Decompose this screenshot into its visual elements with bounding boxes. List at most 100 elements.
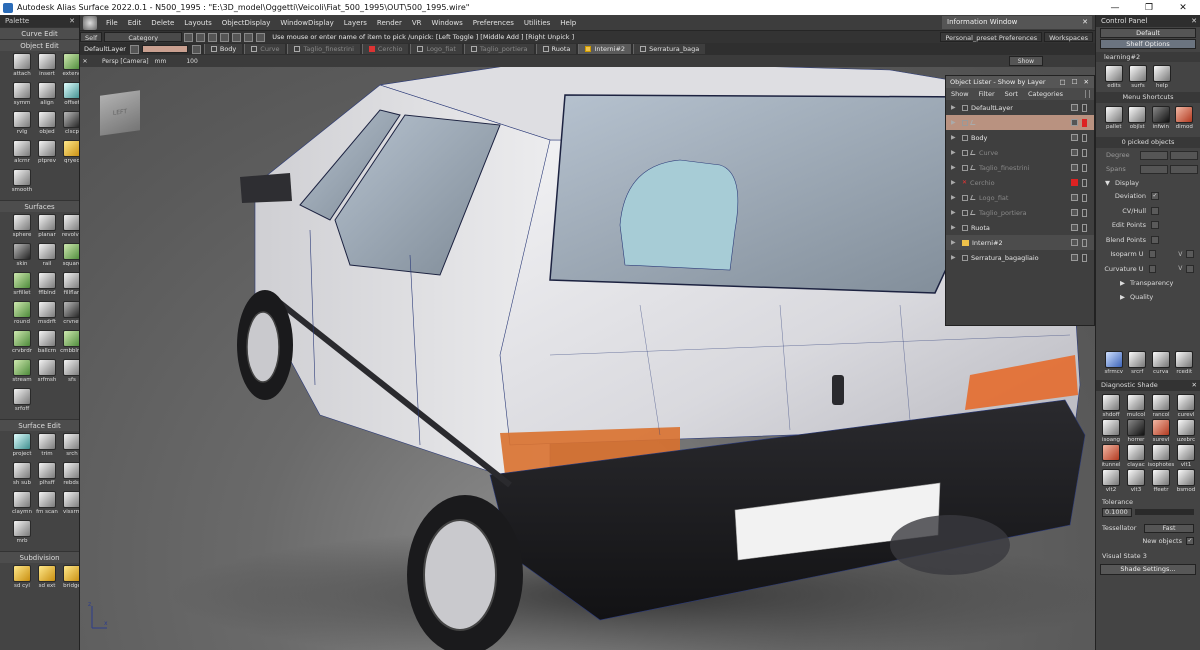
palette-section-surfaces[interactable]: Surfaces xyxy=(0,200,79,212)
tool-attach[interactable]: attach xyxy=(11,53,33,81)
shelf-tool-infwin[interactable]: infwin xyxy=(1151,106,1171,130)
tool-mrb[interactable]: mrb xyxy=(11,520,33,548)
perspective-viewport[interactable]: ✕ Persp [Camera] mm 100 Show LEFT z x xyxy=(80,55,1095,650)
diag-tool-rancol[interactable]: rancol xyxy=(1150,394,1172,418)
layer-chip-curve[interactable]: Curve xyxy=(244,44,286,54)
tool-sh-sub[interactable]: sh sub xyxy=(11,462,33,490)
visibility-icon[interactable] xyxy=(970,150,977,155)
layer-color-swatch[interactable] xyxy=(1071,254,1078,261)
palette-section-object-edit[interactable]: Object Edit xyxy=(0,39,79,51)
tool-sphere[interactable]: sphere xyxy=(11,214,33,242)
tool-smooth[interactable]: smooth xyxy=(11,169,33,197)
layer-chip-logo-fiat[interactable]: Logo_fiat xyxy=(410,44,462,54)
shelf-tool-edits[interactable]: edits xyxy=(1104,65,1124,89)
layer-checkbox[interactable] xyxy=(962,194,968,201)
layer-lock-icon[interactable] xyxy=(1082,238,1087,247)
diag-tool-surevl[interactable]: surevl xyxy=(1150,419,1172,443)
diag-tool-isoang[interactable]: isoang xyxy=(1100,419,1122,443)
tool-ptprev[interactable]: ptprev xyxy=(36,140,58,168)
shelf-tool-srcrf[interactable]: srcrf xyxy=(1128,351,1148,375)
selected-layer-swatch[interactable] xyxy=(141,45,188,53)
menu-file[interactable]: File xyxy=(101,19,123,27)
shelf-tool-help[interactable]: help xyxy=(1152,65,1172,89)
layer-row-selected[interactable]: ▶ xyxy=(946,115,1094,130)
display-option-checkbox[interactable] xyxy=(1151,206,1159,215)
layer-checkbox[interactable] xyxy=(962,119,968,126)
layer-color-swatch[interactable] xyxy=(1071,134,1078,141)
spans-input[interactable] xyxy=(1140,164,1168,174)
layer-chip-ruota[interactable]: Ruota xyxy=(535,44,577,54)
palette-section-surface-edit[interactable]: Surface Edit xyxy=(0,419,79,431)
close-button[interactable]: ✕ xyxy=(1166,3,1200,13)
tool-skin[interactable]: skin xyxy=(11,243,33,271)
degree-input-v[interactable] xyxy=(1170,150,1198,160)
layer-color-swatch[interactable] xyxy=(1071,104,1078,111)
information-window-close-icon[interactable]: ✕ xyxy=(1082,16,1088,29)
lister-menu-show[interactable]: Show xyxy=(946,90,974,98)
visibility-icon[interactable] xyxy=(970,165,977,170)
curve-icon[interactable] xyxy=(208,32,218,42)
layer-lock-icon[interactable] xyxy=(1082,103,1087,112)
layer-lock-icon[interactable] xyxy=(191,44,201,54)
tool-insert[interactable]: insert xyxy=(36,53,58,81)
layer-checkbox[interactable] xyxy=(962,149,968,156)
diag-tool-horrer[interactable]: horrer xyxy=(1125,419,1147,443)
diag-tool-vlt1[interactable]: vlt1 xyxy=(1175,444,1197,468)
layer-checkbox[interactable] xyxy=(962,224,968,231)
tool-fm-scan[interactable]: fm scan xyxy=(36,491,58,519)
layer-color-swatch[interactable] xyxy=(1071,209,1078,216)
layer-lock-icon[interactable] xyxy=(1082,253,1087,262)
view-cube[interactable]: LEFT xyxy=(100,90,140,136)
expand-arrow-icon[interactable]: ▶ xyxy=(951,179,956,186)
tool-trim[interactable]: trim xyxy=(36,433,58,461)
tool-objed[interactable]: objed xyxy=(36,111,58,139)
expand-arrow-icon[interactable]: ▶ xyxy=(951,119,956,126)
shelf-name[interactable]: learning#2 xyxy=(1096,52,1200,62)
tool-ballcrn[interactable]: ballcrn xyxy=(36,330,58,358)
display-option-checkbox[interactable]: ✓ xyxy=(1151,192,1159,201)
display-option-checkbox[interactable] xyxy=(1151,221,1159,230)
tool-extend[interactable]: extend xyxy=(61,53,79,81)
transparency-section[interactable]: ▶ Transparency xyxy=(1096,276,1200,290)
lister-menu-categories[interactable]: Categories xyxy=(1023,90,1068,98)
tool-fillflan[interactable]: fillflan xyxy=(61,272,79,300)
diag-tool-ffeetr[interactable]: ffeetr xyxy=(1150,469,1172,493)
visibility-icon[interactable] xyxy=(970,120,977,125)
visibility-icon[interactable] xyxy=(970,195,977,200)
display-option-checkbox[interactable] xyxy=(1151,235,1159,244)
tool-srfoff[interactable]: srfoff xyxy=(11,388,33,416)
quality-section[interactable]: ▶ Quality xyxy=(1096,290,1200,304)
display-option-checkbox[interactable] xyxy=(1148,264,1157,273)
layer-color-swatch[interactable] xyxy=(1071,239,1078,246)
layer-row-curve[interactable]: ▶ Curve xyxy=(946,145,1094,160)
personal-preset-button[interactable]: Personal_preset Preferences xyxy=(940,32,1043,42)
palette-close-icon[interactable]: ✕ xyxy=(69,15,75,27)
folder-icon[interactable] xyxy=(585,46,592,52)
display-section-header[interactable]: ▼ Display xyxy=(1096,176,1200,189)
layer-chip-taglio-finestrini[interactable]: Taglio_finestrini xyxy=(287,44,360,54)
diag-tool-itunnel[interactable]: itunnel xyxy=(1100,444,1122,468)
new-objects-checkbox[interactable]: ✓ xyxy=(1186,537,1194,545)
diagnostic-shade-close-icon[interactable]: ✕ xyxy=(1192,380,1197,391)
tessellator-dropdown[interactable]: Fast xyxy=(1144,523,1194,533)
layer-color-swatch[interactable] xyxy=(1071,149,1078,156)
diag-tool-shdoff[interactable]: shdoff xyxy=(1100,394,1122,418)
tool-cmbblnd[interactable]: cmbblnd xyxy=(60,330,79,358)
default-layer-chip[interactable]: DefaultLayer xyxy=(80,45,130,53)
viewport-close-icon[interactable]: ✕ xyxy=(80,58,90,65)
shelf-tool-surfs[interactable]: surfs xyxy=(1128,65,1148,89)
diag-tool-vlt2[interactable]: vlt2 xyxy=(1100,469,1122,493)
layer-lock-icon[interactable] xyxy=(1082,163,1087,172)
display-option-v-checkbox[interactable] xyxy=(1186,264,1195,273)
display-option-v-checkbox[interactable] xyxy=(1186,250,1195,259)
expand-arrow-icon[interactable]: ▶ xyxy=(951,104,956,111)
tool-bridge[interactable]: bridge xyxy=(61,565,79,593)
diag-tool-curevl[interactable]: curevl xyxy=(1175,394,1197,418)
tool-plhsff[interactable]: plhsff xyxy=(36,462,58,490)
shelf-tool-curva[interactable]: curva xyxy=(1151,351,1171,375)
layer-row-interni-2[interactable]: ▶ Interni#2 xyxy=(946,235,1094,250)
diag-tool-isophotes[interactable]: isophotes xyxy=(1148,444,1174,468)
layer-row-logo-fiat[interactable]: ▶ Logo_fiat xyxy=(946,190,1094,205)
tool-crvnet[interactable]: crvnet xyxy=(61,301,79,329)
expand-arrow-icon[interactable]: ▶ xyxy=(951,194,956,201)
